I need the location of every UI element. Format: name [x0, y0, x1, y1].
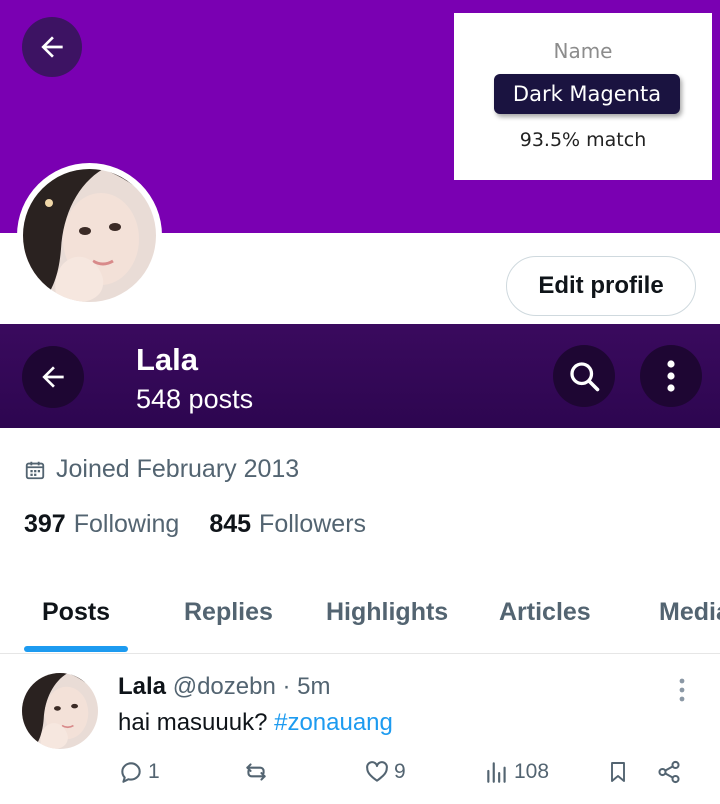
- profile-avatar[interactable]: [17, 163, 162, 308]
- tab-replies[interactable]: Replies: [184, 598, 273, 627]
- followers-count: 845: [209, 510, 252, 538]
- reply-icon: [121, 762, 141, 783]
- color-name-card: Name Dark Magenta 93.5% match: [454, 13, 712, 180]
- calendar-icon: [25, 461, 45, 479]
- post-header: Lala @dozebn · 5m: [118, 673, 330, 701]
- followers-label: Followers: [259, 510, 367, 538]
- like-count: 9: [394, 760, 406, 783]
- bookmark-button[interactable]: [606, 759, 634, 785]
- views-icon: [487, 762, 506, 783]
- retweet-button[interactable]: [242, 759, 274, 785]
- color-card-label: Name: [553, 39, 613, 63]
- share-button[interactable]: [656, 759, 686, 785]
- avatar-photo: [23, 169, 156, 302]
- share-icon: [658, 760, 680, 784]
- search-icon: [570, 362, 600, 392]
- retweet-icon: [246, 763, 266, 781]
- banner-back-button[interactable]: [22, 17, 82, 77]
- sticky-header: Lala 548 posts: [0, 324, 720, 428]
- edit-profile-button[interactable]: Edit profile: [506, 256, 696, 316]
- color-name-badge: Dark Magenta: [494, 74, 680, 114]
- post-item[interactable]: Lala @dozebn · 5m hai masuuuk? #zonauang…: [0, 655, 720, 804]
- post-hashtag[interactable]: #zonauang: [274, 709, 393, 736]
- reply-button[interactable]: 1: [118, 759, 160, 785]
- back-arrow-icon: [42, 366, 64, 388]
- joined-date: Joined February 2013: [24, 455, 299, 484]
- tab-media[interactable]: Media: [659, 598, 720, 627]
- header-profile-name: Lala: [136, 342, 199, 377]
- post-more-button[interactable]: [670, 675, 694, 705]
- views-button[interactable]: 108: [484, 759, 549, 785]
- post-text: hai masuuuk? #zonauang: [118, 709, 393, 737]
- post-actions: 1 9 108: [0, 759, 720, 789]
- following-link[interactable]: 397 Following: [24, 510, 179, 539]
- header-back-button[interactable]: [22, 346, 84, 408]
- following-label: Following: [73, 510, 180, 538]
- followers-link[interactable]: 845 Followers: [209, 510, 366, 539]
- post-meta: @dozebn · 5m: [172, 673, 331, 700]
- tab-highlights[interactable]: Highlights: [326, 598, 448, 627]
- reply-count: 1: [148, 760, 160, 783]
- search-button[interactable]: [553, 345, 615, 407]
- more-options-button[interactable]: [640, 345, 702, 407]
- view-count: 108: [514, 760, 550, 783]
- header-post-count: 548 posts: [136, 384, 254, 414]
- following-count: 397: [24, 510, 66, 538]
- follow-stats: 397 Following 845 Followers: [24, 510, 396, 539]
- joined-text: Joined February 2013: [56, 455, 300, 483]
- bookmark-icon: [611, 762, 625, 782]
- tab-articles[interactable]: Articles: [499, 598, 591, 627]
- post-body: hai masuuuk?: [118, 709, 275, 736]
- more-vertical-icon: [667, 360, 675, 392]
- active-tab-indicator: [24, 646, 128, 652]
- like-button[interactable]: 9: [364, 759, 406, 785]
- tab-posts[interactable]: Posts: [42, 598, 110, 627]
- post-avatar[interactable]: [22, 673, 98, 749]
- heart-icon: [366, 761, 388, 782]
- back-arrow-icon: [41, 36, 63, 58]
- profile-tabs: Posts Replies Highlights Articles Media: [0, 588, 720, 654]
- post-author-name[interactable]: Lala: [118, 673, 166, 700]
- more-vertical-icon: [679, 678, 685, 702]
- color-match-text: 93.5% match: [519, 129, 647, 151]
